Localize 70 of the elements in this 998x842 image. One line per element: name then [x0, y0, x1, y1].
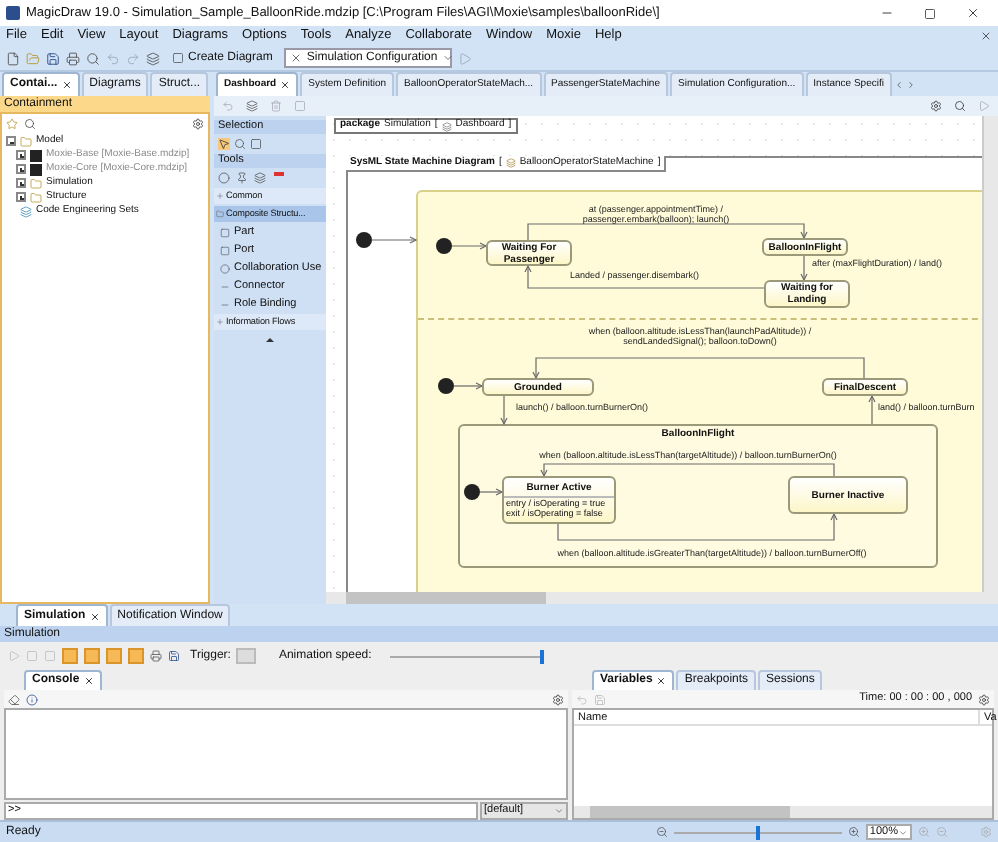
- settings-icon[interactable]: [192, 118, 204, 130]
- slider-thumb[interactable]: [755, 825, 760, 839]
- folder-icon: [216, 210, 224, 218]
- toggle-button[interactable]: [62, 648, 78, 664]
- open-folder-icon[interactable]: [26, 51, 40, 65]
- transition-arrow: [371, 236, 418, 244]
- layers-icon[interactable]: [246, 100, 258, 112]
- grid-icon[interactable]: [250, 138, 262, 150]
- favorite-icon[interactable]: [6, 118, 18, 130]
- pin-icon[interactable]: [236, 172, 248, 184]
- vertical-scrollbar[interactable]: [982, 116, 998, 592]
- save-icon[interactable]: [46, 51, 60, 65]
- zoom-out-icon[interactable]: [655, 826, 668, 838]
- transition-arrow: [451, 242, 488, 250]
- collapse-toggle[interactable]: [6, 136, 16, 146]
- settings-icon[interactable]: [552, 693, 564, 705]
- initial-state: [436, 238, 452, 254]
- minimize-icon[interactable]: [880, 6, 894, 20]
- caret-icon: [554, 806, 564, 816]
- initial-state: [438, 378, 454, 394]
- print-icon[interactable]: [66, 51, 80, 65]
- info-icon[interactable]: [26, 693, 38, 705]
- diagram-icon: [441, 121, 452, 131]
- plus-icon: [216, 318, 224, 326]
- find-icon[interactable]: [86, 51, 100, 65]
- expand-toggle[interactable]: [16, 192, 26, 202]
- settings-icon[interactable]: [978, 693, 990, 705]
- expand-toggle[interactable]: [16, 150, 26, 160]
- initial-state: [356, 232, 372, 248]
- person-icon[interactable]: [218, 172, 230, 184]
- caret-icon: [898, 827, 908, 837]
- clear-icon[interactable]: [8, 693, 20, 705]
- expand-toggle[interactable]: [16, 164, 26, 174]
- toggle-button[interactable]: [128, 648, 144, 664]
- scroll-left-icon[interactable]: [893, 79, 904, 89]
- expand-toggle[interactable]: [16, 178, 26, 188]
- toggle-button[interactable]: [106, 648, 122, 664]
- caret-icon: [441, 52, 454, 64]
- export-icon[interactable]: [168, 650, 180, 662]
- new-file-icon[interactable]: [6, 51, 20, 65]
- transition-arrow: [479, 488, 504, 496]
- state-machine-icon: [505, 158, 516, 168]
- slider-thumb[interactable]: [539, 649, 544, 663]
- diagram-icon: [172, 52, 184, 64]
- maximize-icon[interactable]: [924, 7, 936, 19]
- layers-icon[interactable]: [146, 51, 160, 65]
- scroll-right-icon[interactable]: [905, 79, 916, 89]
- horizontal-scrollbar[interactable]: [326, 592, 998, 604]
- search-icon[interactable]: [24, 118, 36, 130]
- zoom-in-icon[interactable]: [847, 826, 860, 838]
- search-icon[interactable]: [954, 100, 966, 112]
- app-icon: [6, 6, 20, 20]
- toggle-button[interactable]: [84, 648, 100, 664]
- horizontal-scrollbar[interactable]: [574, 806, 992, 818]
- plus-icon: [216, 192, 224, 200]
- stack-icon[interactable]: [254, 172, 266, 184]
- folder-icon: [20, 135, 32, 147]
- print-icon[interactable]: [150, 650, 162, 662]
- transition-arrow: [453, 382, 484, 390]
- close-icon[interactable]: [980, 30, 992, 42]
- sets-icon: [20, 205, 32, 217]
- initial-state: [464, 484, 480, 500]
- close-icon[interactable]: [966, 6, 980, 20]
- marquee-icon[interactable]: [234, 138, 246, 150]
- settings-icon[interactable]: [930, 100, 942, 112]
- pointer-icon[interactable]: [218, 138, 230, 150]
- transition-arrow: [500, 395, 508, 426]
- transition-arrow: [800, 255, 808, 282]
- scroll-up-icon[interactable]: [266, 338, 274, 342]
- transition-arrow: [868, 394, 876, 425]
